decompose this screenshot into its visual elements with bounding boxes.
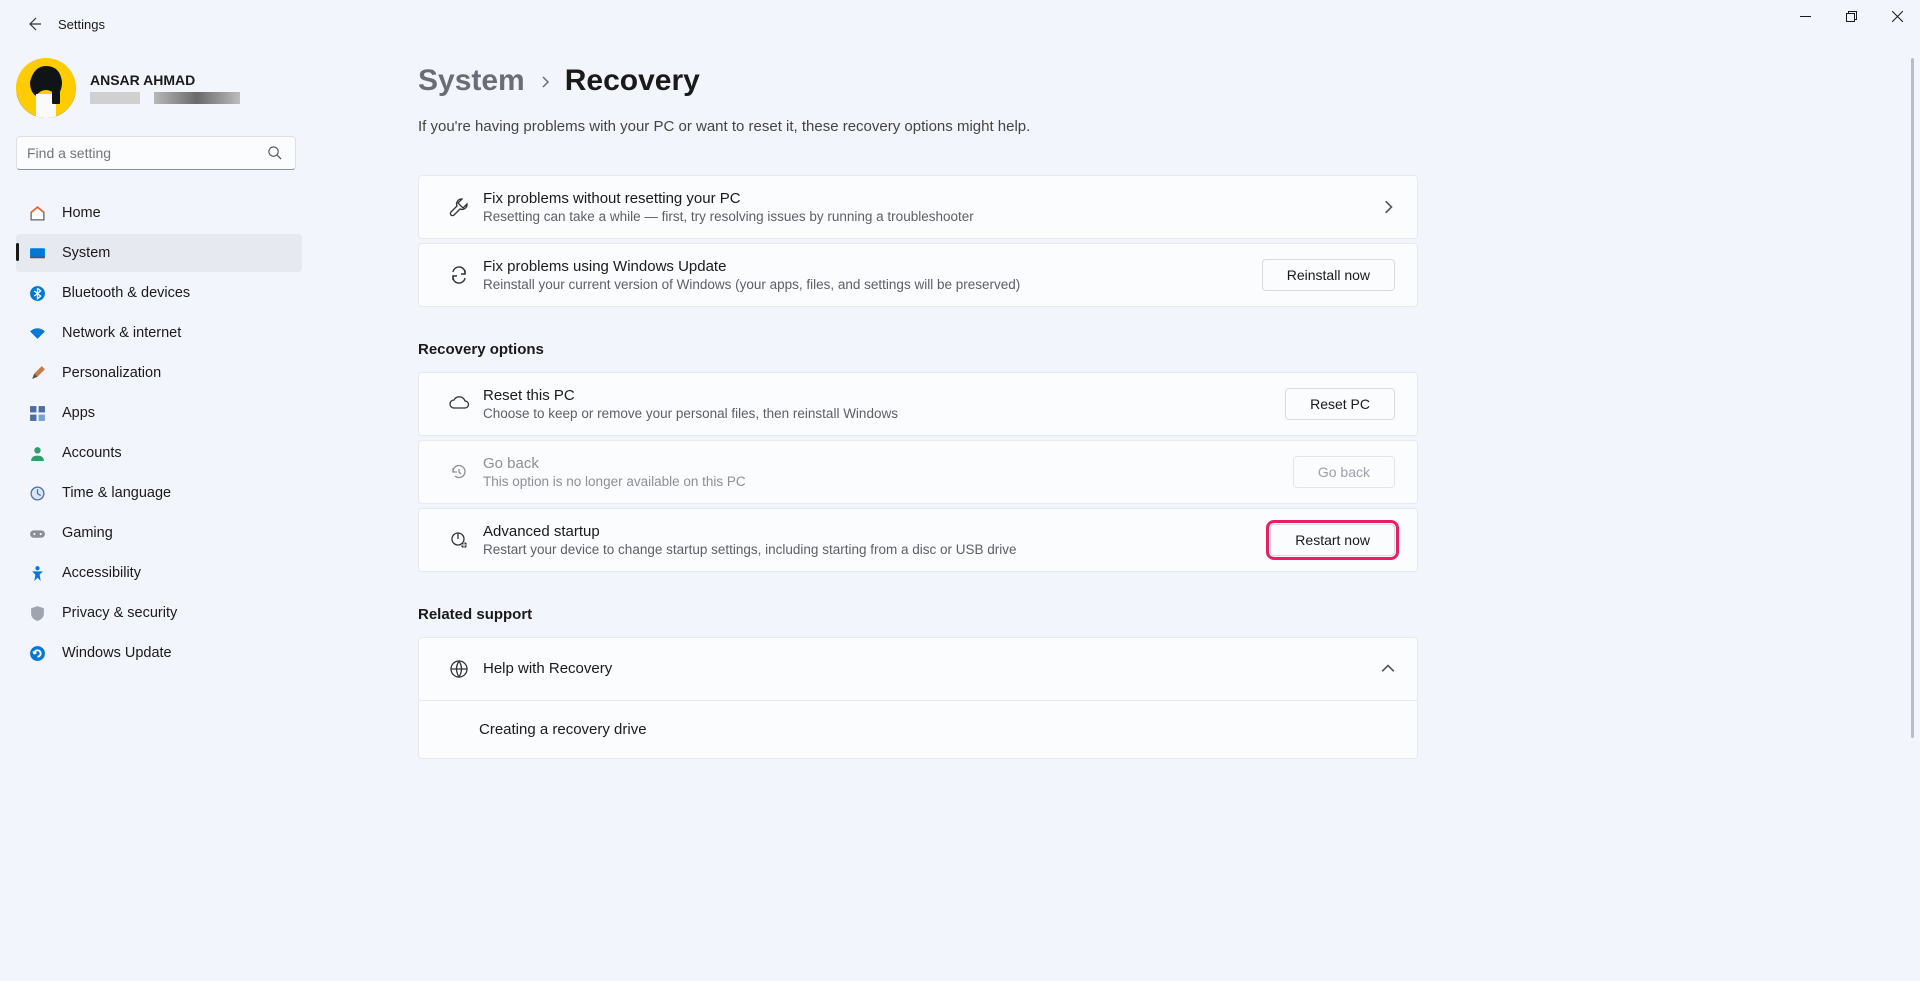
bluetooth-icon — [28, 284, 46, 302]
nav-list: Home System Bluetooth & devices Network … — [16, 194, 302, 674]
reinstall-now-button[interactable]: Reinstall now — [1262, 259, 1395, 291]
nav-label: Windows Update — [62, 645, 172, 661]
intro-text: If you're having problems with your PC o… — [418, 118, 1418, 135]
nav-item-network[interactable]: Network & internet — [16, 314, 302, 352]
nav-item-accounts[interactable]: Accounts — [16, 434, 302, 472]
refresh-icon — [441, 265, 477, 285]
maximize-button[interactable] — [1828, 0, 1874, 32]
arrow-left-icon — [26, 16, 42, 32]
chevron-right-icon — [1381, 200, 1395, 214]
page-title: Recovery — [565, 64, 700, 98]
system-icon — [28, 244, 46, 262]
user-block[interactable]: ANSAR AHMAD — [16, 54, 302, 136]
search-input[interactable] — [16, 136, 296, 170]
update-icon — [28, 644, 46, 662]
nav-item-system[interactable]: System — [16, 234, 302, 272]
card-title: Help with Recovery — [483, 660, 1381, 677]
window-title: Settings — [58, 17, 105, 32]
nav-item-time-language[interactable]: Time & language — [16, 474, 302, 512]
nav-label: System — [62, 245, 110, 261]
card-advanced-startup: Advanced startup Restart your device to … — [418, 508, 1418, 572]
sidebar: ANSAR AHMAD Home System Bl — [0, 48, 310, 981]
card-title: Go back — [483, 455, 1293, 472]
nav-item-bluetooth[interactable]: Bluetooth & devices — [16, 274, 302, 312]
nav-item-personalization[interactable]: Personalization — [16, 354, 302, 392]
avatar — [16, 58, 76, 118]
nav-label: Gaming — [62, 525, 113, 541]
nav-item-privacy[interactable]: Privacy & security — [16, 594, 302, 632]
card-subtitle: Restart your device to change startup se… — [483, 542, 1270, 557]
cloud-reset-icon — [441, 393, 477, 415]
titlebar: Settings — [0, 0, 1920, 48]
nav-item-windows-update[interactable]: Windows Update — [16, 634, 302, 672]
nav-label: Privacy & security — [62, 605, 177, 621]
go-back-button: Go back — [1293, 456, 1395, 488]
card-help-recovery[interactable]: Help with Recovery — [418, 637, 1418, 701]
card-title: Reset this PC — [483, 387, 1285, 404]
minimize-button[interactable] — [1782, 0, 1828, 32]
chevron-up-icon — [1381, 662, 1395, 676]
person-icon — [28, 444, 46, 462]
subitem-create-recovery-drive[interactable]: Creating a recovery drive — [418, 701, 1418, 759]
section-title: Related support — [418, 606, 1418, 623]
user-name: ANSAR AHMAD — [90, 72, 240, 88]
globe-help-icon — [441, 659, 477, 679]
section-title: Recovery options — [418, 341, 1418, 358]
close-button[interactable] — [1874, 0, 1920, 32]
nav-label: Bluetooth & devices — [62, 285, 190, 301]
nav-label: Accounts — [62, 445, 122, 461]
nav-item-apps[interactable]: Apps — [16, 394, 302, 432]
close-icon — [1892, 11, 1903, 22]
power-gear-icon — [441, 530, 477, 550]
card-subtitle: This option is no longer available on th… — [483, 474, 1293, 489]
search-box — [16, 136, 302, 170]
clock-globe-icon — [28, 484, 46, 502]
recovery-options-group: Recovery options Reset this PC Choose to… — [418, 341, 1418, 572]
related-support-group: Related support Help with Recovery Creat… — [418, 606, 1418, 759]
card-subtitle: Reinstall your current version of Window… — [483, 277, 1262, 292]
scrollbar[interactable] — [1911, 58, 1914, 738]
card-title: Advanced startup — [483, 523, 1270, 540]
shield-icon — [28, 604, 46, 622]
history-icon — [441, 462, 477, 482]
nav-label: Network & internet — [62, 325, 181, 341]
main-content: System Recovery If you're having problem… — [310, 48, 1920, 981]
top-card-group: Fix problems without resetting your PC R… — [418, 175, 1418, 307]
card-reset-pc: Reset this PC Choose to keep or remove y… — [418, 372, 1418, 436]
window-controls — [1782, 0, 1920, 32]
chevron-right-icon — [539, 72, 551, 93]
restart-now-button[interactable]: Restart now — [1270, 524, 1395, 556]
nav-label: Home — [62, 205, 101, 221]
card-title: Fix problems using Windows Update — [483, 258, 1262, 275]
nav-item-gaming[interactable]: Gaming — [16, 514, 302, 552]
nav-item-home[interactable]: Home — [16, 194, 302, 232]
search-icon — [267, 145, 282, 165]
nav-label: Personalization — [62, 365, 161, 381]
wifi-icon — [28, 324, 46, 342]
user-subtext — [90, 92, 240, 104]
nav-item-accessibility[interactable]: Accessibility — [16, 554, 302, 592]
minimize-icon — [1800, 11, 1811, 22]
card-fix-windows-update: Fix problems using Windows Update Reinst… — [418, 243, 1418, 307]
breadcrumb-parent[interactable]: System — [418, 64, 525, 98]
nav-label: Apps — [62, 405, 95, 421]
card-subtitle: Resetting can take a while — first, try … — [483, 209, 1381, 224]
maximize-icon — [1846, 11, 1857, 22]
accessibility-icon — [28, 564, 46, 582]
back-button[interactable] — [14, 4, 54, 44]
nav-label: Time & language — [62, 485, 171, 501]
card-fix-without-reset[interactable]: Fix problems without resetting your PC R… — [418, 175, 1418, 239]
card-subtitle: Choose to keep or remove your personal f… — [483, 406, 1285, 421]
reset-pc-button[interactable]: Reset PC — [1285, 388, 1395, 420]
paintbrush-icon — [28, 364, 46, 382]
apps-icon — [28, 404, 46, 422]
gamepad-icon — [28, 524, 46, 542]
card-title: Fix problems without resetting your PC — [483, 190, 1381, 207]
home-icon — [28, 204, 46, 222]
nav-label: Accessibility — [62, 565, 141, 581]
breadcrumb: System Recovery — [418, 64, 1418, 98]
card-go-back: Go back This option is no longer availab… — [418, 440, 1418, 504]
wrench-icon — [441, 197, 477, 217]
